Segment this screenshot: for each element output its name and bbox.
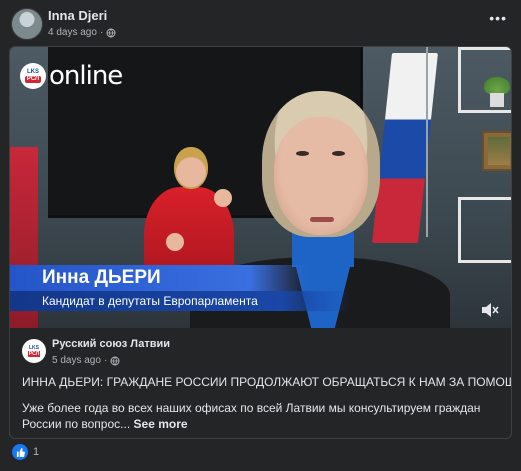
speaker-role: Кандидат в депутаты Европарламента [10,291,350,311]
reaction-count[interactable]: 1 [33,446,39,458]
lower-third: Инна ДЬЕРИ Кандидат в депутаты Европарла… [10,265,350,311]
source-avatar[interactable]: LKS РСЛ [22,339,46,363]
video-player[interactable]: LKS РСЛ online Инна ДЬЕРИ Кандидат в деп… [10,47,511,328]
like-reaction-icon [12,444,28,460]
source-meta: 5 days ago · [52,355,120,366]
reactions-bar[interactable]: 1 [12,444,39,460]
more-options-button[interactable]: ••• [489,10,507,26]
background-picture [482,131,511,171]
link-preview-body[interactable]: LKS РСЛ Русский союз Латвии 5 days ago ·… [10,328,511,438]
background-shelf-bottom [458,197,511,263]
author-avatar[interactable] [11,8,43,40]
facebook-post: Inna Djeri 4 days ago · ••• LKS РСЛ onli… [0,0,521,471]
channel-name: online [49,61,123,91]
channel-logo-badge: LKS РСЛ [20,63,46,89]
background-plant [484,77,510,107]
source-globe-icon [110,356,120,365]
globe-icon [106,28,116,37]
source-name[interactable]: Русский союз Латвии [52,338,170,350]
meta-separator: · [99,27,104,38]
shared-link-card[interactable]: LKS РСЛ online Инна ДЬЕРИ Кандидат в деп… [9,46,512,439]
post-description: Уже более года во всех наших офисах по в… [22,400,507,432]
channel-logo: LKS РСЛ online [20,61,123,91]
speaker-name: Инна ДЬЕРИ [10,265,310,291]
source-time[interactable]: 5 days ago [52,355,101,366]
post-meta: 4 days ago · [48,27,116,38]
muted-speaker-icon[interactable] [481,302,499,318]
post-headline: ИННА ДЬЕРИ: ГРАЖДАНЕ РОССИИ ПРОДОЛЖАЮТ О… [22,375,512,389]
see-more-link[interactable]: See more [134,417,188,431]
author-name[interactable]: Inna Djeri [48,8,107,23]
post-time[interactable]: 4 days ago [48,27,97,38]
post-description-text: Уже более года во всех наших офисах по в… [22,401,481,431]
source-meta-separator: · [103,355,108,366]
